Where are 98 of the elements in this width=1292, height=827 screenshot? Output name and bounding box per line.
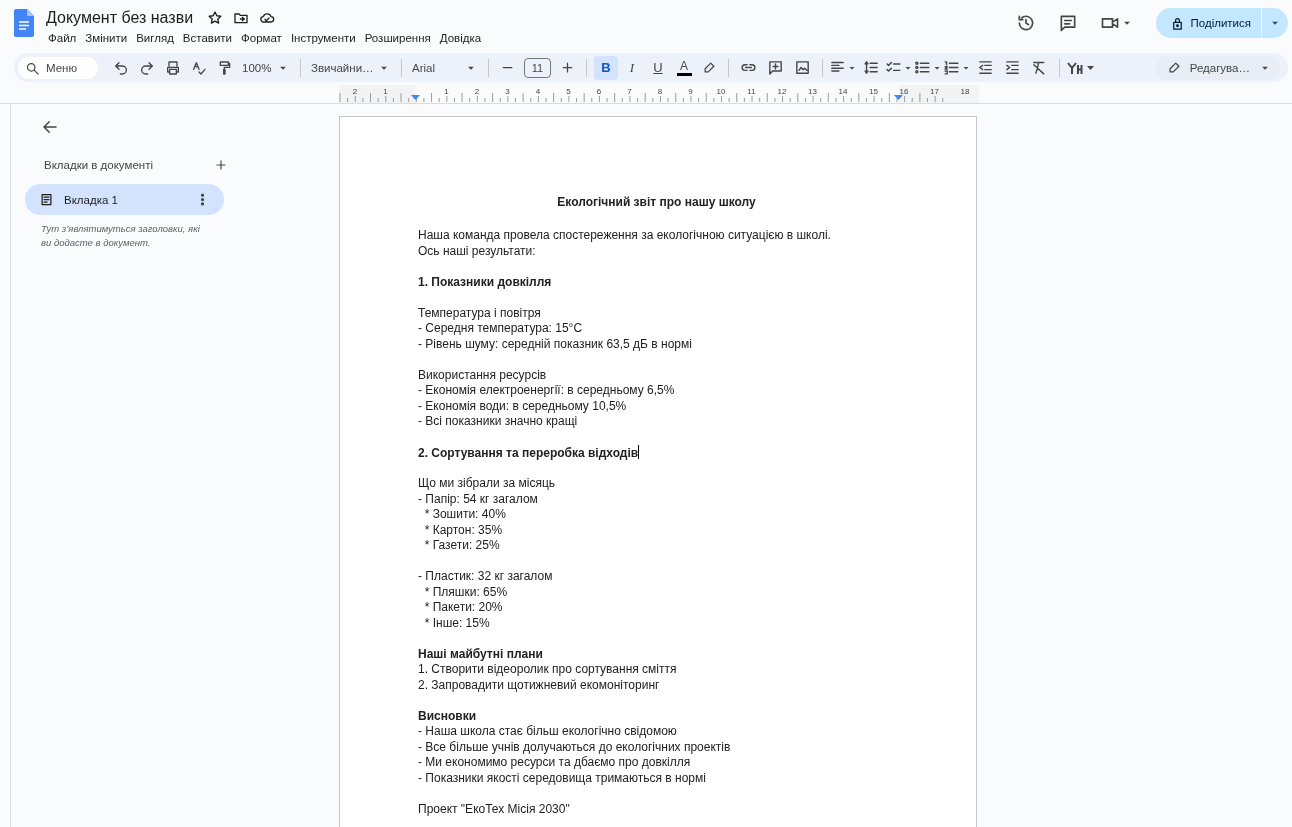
- ruler-number: 16: [899, 87, 909, 96]
- document-tab[interactable]: Вкладка 1: [25, 184, 224, 215]
- document-title-text: Екологічний звіт про нашу школу: [556, 194, 757, 211]
- font-dropdown[interactable]: Arial: [408, 57, 482, 78]
- image-icon[interactable]: [794, 59, 811, 76]
- plus-icon[interactable]: [560, 60, 575, 75]
- ruler-number: 10: [716, 87, 726, 96]
- input-tools-icon[interactable]: [1066, 60, 1096, 75]
- text-line: * Пакети: 20%: [423, 600, 503, 614]
- ruler-number: 9: [688, 87, 693, 96]
- menu-item[interactable]: Розширення: [361, 30, 434, 46]
- text-line: * Пляшки: 65%: [423, 584, 508, 599]
- text-line: - Економія води: в середньому 10,5%: [418, 398, 627, 413]
- text-line: * Зошити: 40%: [423, 507, 506, 521]
- highlighter-icon[interactable]: [702, 60, 717, 75]
- menu-item[interactable]: Довідка: [436, 30, 485, 46]
- text-line: Що ми зібрали за місяць: [418, 476, 556, 490]
- text-line: Проект "ЕкоТех Місія 2030": [418, 801, 570, 816]
- text-line: Температура і повітря: [418, 305, 541, 320]
- star-icon[interactable]: [207, 10, 224, 26]
- menu-item[interactable]: Інструменти: [287, 30, 359, 46]
- text-line: - Всі показники значно кращі: [418, 414, 578, 428]
- menu-item[interactable]: Вигляд: [133, 30, 177, 46]
- section-heading: Наші майбутні плани: [418, 646, 543, 661]
- text-line: * Картон: 35%: [423, 522, 503, 537]
- indent-marker[interactable]: [894, 95, 903, 100]
- zoom-dropdown[interactable]: 100%: [238, 57, 294, 78]
- section-heading: Висновки: [418, 708, 477, 723]
- redo-icon[interactable]: [139, 59, 155, 76]
- text-line: - Ми економимо ресурси та дбаємо про довкілля: [418, 755, 691, 769]
- ruler-number: 8: [657, 87, 663, 96]
- text-line: - Папір: 54 кг загалом: [418, 491, 538, 506]
- ruler-number: 17: [930, 87, 939, 96]
- ruler-number: 1: [444, 87, 449, 96]
- paint-roller-icon[interactable]: [217, 59, 233, 76]
- text-line: - Наша школа стає більш екологічно свідомою: [418, 724, 677, 738]
- italic-button[interactable]: I: [620, 55, 644, 80]
- ruler-number: 4: [535, 87, 541, 96]
- print-icon[interactable]: [165, 59, 181, 76]
- menu-item[interactable]: Файл: [45, 30, 80, 46]
- section-heading: 2. Сортування та переробка відходів: [418, 446, 639, 460]
- ruler-number: 2: [474, 87, 480, 96]
- ruler-number: 1: [383, 87, 388, 96]
- ruler-number: 5: [566, 87, 571, 96]
- text-line: - Рівень шуму: середній показник 63,5 дБ в нормі: [418, 336, 692, 351]
- decrease-indent-icon[interactable]: [977, 59, 994, 76]
- outline-hint: Тут з’являтимуться заголовки, які ви додасте в документ.: [41, 222, 201, 250]
- undo-icon[interactable]: [113, 59, 129, 76]
- menu-item[interactable]: Вставити: [179, 30, 236, 46]
- text-line: Ось наші результати:: [418, 243, 536, 258]
- line-spacing-icon[interactable]: [863, 59, 880, 76]
- ruler-number: 18: [960, 87, 970, 96]
- ruler-number: 15: [869, 87, 878, 96]
- text-line: * Інше: 15%: [423, 615, 490, 630]
- style-dropdown[interactable]: Звичайни…: [307, 57, 395, 78]
- back-arrow-icon[interactable]: [41, 118, 59, 136]
- font-size-field[interactable]: 11: [524, 57, 551, 78]
- ruler-number: 11: [747, 87, 756, 96]
- ruler-number: 13: [808, 87, 817, 96]
- spellcheck-icon[interactable]: [191, 59, 207, 76]
- ruler-number: 2: [352, 87, 358, 96]
- text-line: * Газети: 25%: [423, 538, 500, 552]
- section-heading: 1. Показники довкілля: [418, 274, 552, 289]
- text-line: - Економія електроенергії: в середньому 6,5%: [418, 383, 675, 397]
- text-line: - Все більше учнів долучаються до екологічних проектів: [418, 739, 731, 754]
- cloud-icon[interactable]: [259, 10, 276, 26]
- document-icon: [39, 192, 54, 207]
- share-button[interactable]: Поділитися: [1155, 8, 1288, 38]
- ruler-number: 7: [627, 87, 632, 96]
- bulleted-list-icon[interactable]: [914, 59, 931, 76]
- text-line: 1. Створити відеоролик про сортування сміття: [418, 662, 677, 676]
- ruler-number: 6: [596, 87, 602, 96]
- editing-mode-dropdown[interactable]: Редагува…: [1154, 55, 1280, 80]
- pencil-icon: [1166, 60, 1182, 75]
- docs-logo-icon[interactable]: [14, 9, 34, 37]
- increase-indent-icon[interactable]: [1004, 59, 1021, 76]
- numbered-list-icon[interactable]: [943, 59, 960, 76]
- text-line: Використання ресурсів: [418, 367, 547, 382]
- menu-item[interactable]: Змінити: [82, 30, 131, 46]
- indent-marker[interactable]: [411, 95, 420, 100]
- text-line: - Показники якості середовища тримаються в нормі: [418, 770, 706, 785]
- ruler-number: 12: [777, 87, 787, 96]
- document-title[interactable]: Документ без назви: [45, 7, 198, 29]
- tabs-heading: Вкладки в документі: [44, 159, 153, 171]
- underline-button[interactable]: U: [646, 55, 670, 80]
- folder-icon[interactable]: [233, 10, 250, 26]
- menu-search-field[interactable]: Меню: [18, 56, 98, 79]
- text-color-button[interactable]: A: [672, 55, 696, 80]
- add-tab-icon[interactable]: [214, 158, 228, 172]
- text-line: Наша команда провела спостереження за екологічною ситуацією в школі.: [418, 228, 831, 242]
- text-line: - Пластик: 32 кг загалом: [418, 569, 553, 583]
- ruler-number: 3: [505, 87, 510, 96]
- text-line: - Середня температура: 15°C: [418, 321, 583, 335]
- bold-button[interactable]: B: [594, 55, 618, 80]
- ruler-number: 14: [838, 87, 848, 96]
- add-comment-icon[interactable]: [767, 59, 784, 76]
- menu-item[interactable]: Формат: [238, 30, 285, 46]
- text-line: 2. Запровадити щотижневий екомоніторинг: [418, 677, 660, 692]
